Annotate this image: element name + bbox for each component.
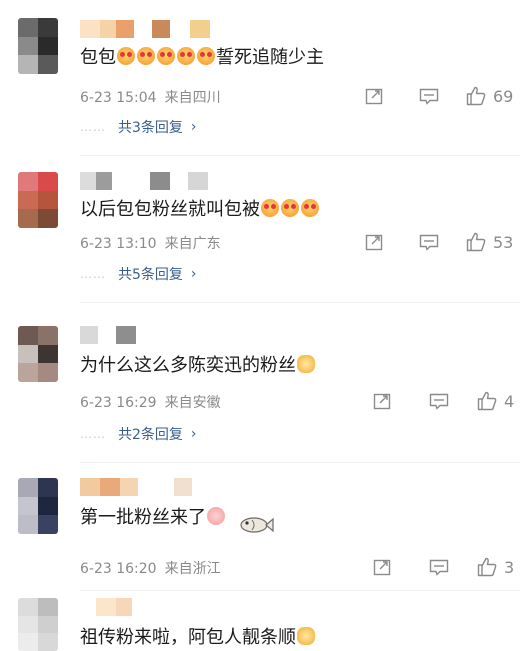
- like-count: 69: [493, 86, 514, 106]
- divider: [80, 302, 520, 303]
- like-icon: [466, 86, 486, 106]
- comment-date: 6-23 15:04: [80, 90, 157, 106]
- avatar[interactable]: [18, 172, 58, 228]
- reply-button[interactable]: [428, 555, 450, 579]
- reply-button[interactable]: [418, 84, 440, 108]
- comment-icon: [419, 88, 439, 105]
- comment-date: 6-23 16:20: [80, 561, 157, 577]
- comment-icon: [429, 559, 449, 576]
- heart-eyes-emoji-icon: [197, 47, 215, 65]
- comment-meta: 6-23 16:29 来自安徽: [80, 392, 221, 412]
- comment-date: 6-23 13:10: [80, 236, 157, 252]
- username-obscured[interactable]: [80, 20, 210, 38]
- reply-button[interactable]: [418, 230, 440, 254]
- comment-actions: 3: [330, 555, 520, 579]
- comment-text: 祖传粉来啦，阿包人靓条顺: [80, 626, 316, 650]
- share-icon: [365, 234, 383, 251]
- avatar[interactable]: [18, 326, 58, 382]
- heart-eyes-emoji-icon: [301, 199, 319, 217]
- comment-meta: 6-23 15:04 来自四川: [80, 87, 221, 107]
- comment-actions: 69: [330, 84, 520, 108]
- share-icon: [373, 393, 391, 410]
- comment-text: 包包 誓死追随少主: [80, 46, 324, 70]
- view-replies-link[interactable]: …… 共3条回复 ›: [80, 117, 197, 137]
- comment-location: 来自四川: [164, 90, 221, 106]
- comment-location: 来自浙江: [164, 561, 221, 577]
- comment-text: 为什么这么多陈奕迅的粉丝: [80, 354, 316, 378]
- comment-text: 第一批粉丝来了: [80, 506, 226, 530]
- cat-emoji-icon: [297, 627, 315, 645]
- comment-meta: 6-23 16:20 来自浙江: [80, 558, 221, 578]
- like-icon: [477, 557, 497, 577]
- reply-dots: ……: [80, 427, 106, 441]
- like-icon: [477, 391, 497, 411]
- comment-location: 来自广东: [164, 236, 221, 252]
- username-obscured[interactable]: [80, 326, 136, 344]
- like-button[interactable]: 53: [465, 230, 513, 254]
- cat-emoji-icon: [297, 355, 315, 373]
- chevron-right-icon: ›: [190, 266, 197, 282]
- share-button[interactable]: [364, 84, 384, 108]
- comment-icon: [419, 234, 439, 251]
- comment-location: 来自安徽: [164, 395, 221, 411]
- divider: [80, 462, 520, 463]
- username-obscured[interactable]: [80, 478, 192, 496]
- replies-count: 共3条回复: [118, 120, 183, 136]
- comment-actions: 53: [330, 230, 520, 254]
- chevron-right-icon: ›: [190, 119, 197, 135]
- comment-text-main: 包包: [80, 47, 116, 68]
- heart-eyes-emoji-icon: [157, 47, 175, 65]
- fish-sticker-icon: [240, 517, 274, 533]
- like-count: 3: [504, 557, 515, 577]
- kiss-emoji-icon: [207, 507, 225, 525]
- comment-text-main: 祖传粉来啦，阿包人靓条顺: [80, 627, 296, 648]
- like-count: 4: [504, 391, 515, 411]
- reply-dots: ……: [80, 267, 106, 281]
- heart-eyes-emoji-icon: [261, 199, 279, 217]
- heart-eyes-emoji-icon: [177, 47, 195, 65]
- reply-button[interactable]: [428, 389, 450, 413]
- share-button[interactable]: [372, 555, 392, 579]
- like-button[interactable]: 4: [476, 389, 514, 413]
- comment-meta: 6-23 13:10 来自广东: [80, 233, 221, 253]
- comment-date: 6-23 16:29: [80, 395, 157, 411]
- heart-eyes-emoji-icon: [137, 47, 155, 65]
- like-icon: [466, 232, 486, 252]
- like-button[interactable]: 3: [476, 555, 514, 579]
- heart-eyes-emoji-icon: [281, 199, 299, 217]
- comment-actions: 4: [330, 389, 520, 413]
- like-button[interactable]: 69: [465, 84, 513, 108]
- share-icon: [373, 559, 391, 576]
- comment-text-suffix: 誓死追随少主: [216, 47, 324, 68]
- comment-text: 以后包包粉丝就叫包被: [80, 198, 320, 222]
- username-obscured[interactable]: [80, 598, 132, 616]
- comment-text-main: 为什么这么多陈奕迅的粉丝: [80, 355, 296, 376]
- avatar[interactable]: [18, 598, 58, 651]
- chevron-right-icon: ›: [190, 426, 197, 442]
- comment-icon: [429, 393, 449, 410]
- heart-eyes-emoji-icon: [117, 47, 135, 65]
- replies-count: 共5条回复: [118, 267, 183, 283]
- share-button[interactable]: [372, 389, 392, 413]
- share-icon: [365, 88, 383, 105]
- comment-text-main: 第一批粉丝来了: [80, 507, 206, 528]
- divider: [80, 590, 520, 591]
- replies-count: 共2条回复: [118, 427, 183, 443]
- divider: [80, 155, 520, 156]
- share-button[interactable]: [364, 230, 384, 254]
- view-replies-link[interactable]: …… 共2条回复 ›: [80, 424, 197, 444]
- username-obscured[interactable]: [80, 172, 208, 190]
- like-count: 53: [493, 232, 514, 252]
- avatar[interactable]: [18, 18, 58, 74]
- avatar[interactable]: [18, 478, 58, 534]
- reply-dots: ……: [80, 120, 106, 134]
- comment-text-main: 以后包包粉丝就叫包被: [80, 199, 260, 220]
- view-replies-link[interactable]: …… 共5条回复 ›: [80, 264, 197, 284]
